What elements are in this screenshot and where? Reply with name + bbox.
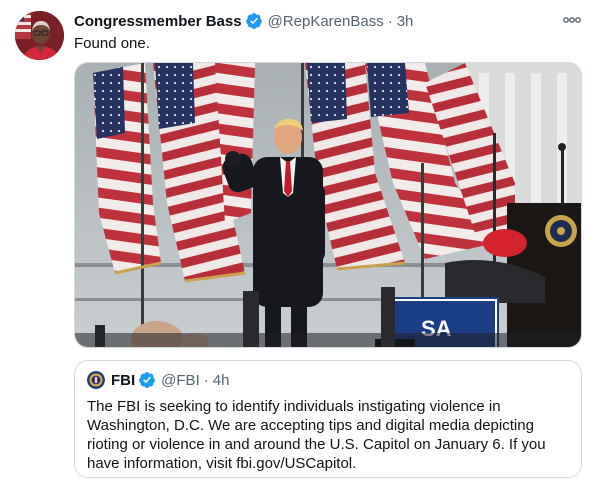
verified-badge-icon xyxy=(245,13,262,29)
author-handle[interactable]: @RepKarenBass xyxy=(268,13,384,30)
quoted-tweet-header: FBI @FBI · 4h xyxy=(87,370,229,390)
header-separator: · xyxy=(387,12,393,30)
quoted-author-display-name[interactable]: FBI xyxy=(111,372,135,389)
more-options-button[interactable] xyxy=(561,12,583,28)
author-display-name[interactable]: Congressmember Bass xyxy=(74,13,242,30)
more-options-icon xyxy=(563,17,581,23)
tweet-header: Congressmember Bass @RepKarenBass · 3h xyxy=(74,10,413,32)
rally-photo-image: SA xyxy=(75,63,581,347)
fbi-avatar[interactable] xyxy=(87,371,105,389)
fbi-seal-icon xyxy=(87,371,105,389)
quoted-tweet-text: The FBI is seeking to identify individua… xyxy=(87,398,546,472)
quoted-tweet[interactable]: FBI @FBI · 4h The FBI is seeking to iden… xyxy=(74,360,582,478)
quoted-author-handle[interactable]: @FBI xyxy=(161,372,200,389)
quoted-header-separator: · xyxy=(203,371,209,389)
verified-badge-icon xyxy=(139,372,156,388)
author-avatar[interactable] xyxy=(15,11,64,60)
tweet-photo[interactable]: SA xyxy=(74,62,582,348)
tweet-text: Found one. xyxy=(74,35,150,52)
profile-photo-icon xyxy=(15,11,64,60)
quoted-tweet-timestamp[interactable]: 4h xyxy=(213,372,230,389)
tweet[interactable]: Congressmember Bass @RepKarenBass · 3h F… xyxy=(0,0,598,482)
tweet-timestamp[interactable]: 3h xyxy=(397,13,414,30)
